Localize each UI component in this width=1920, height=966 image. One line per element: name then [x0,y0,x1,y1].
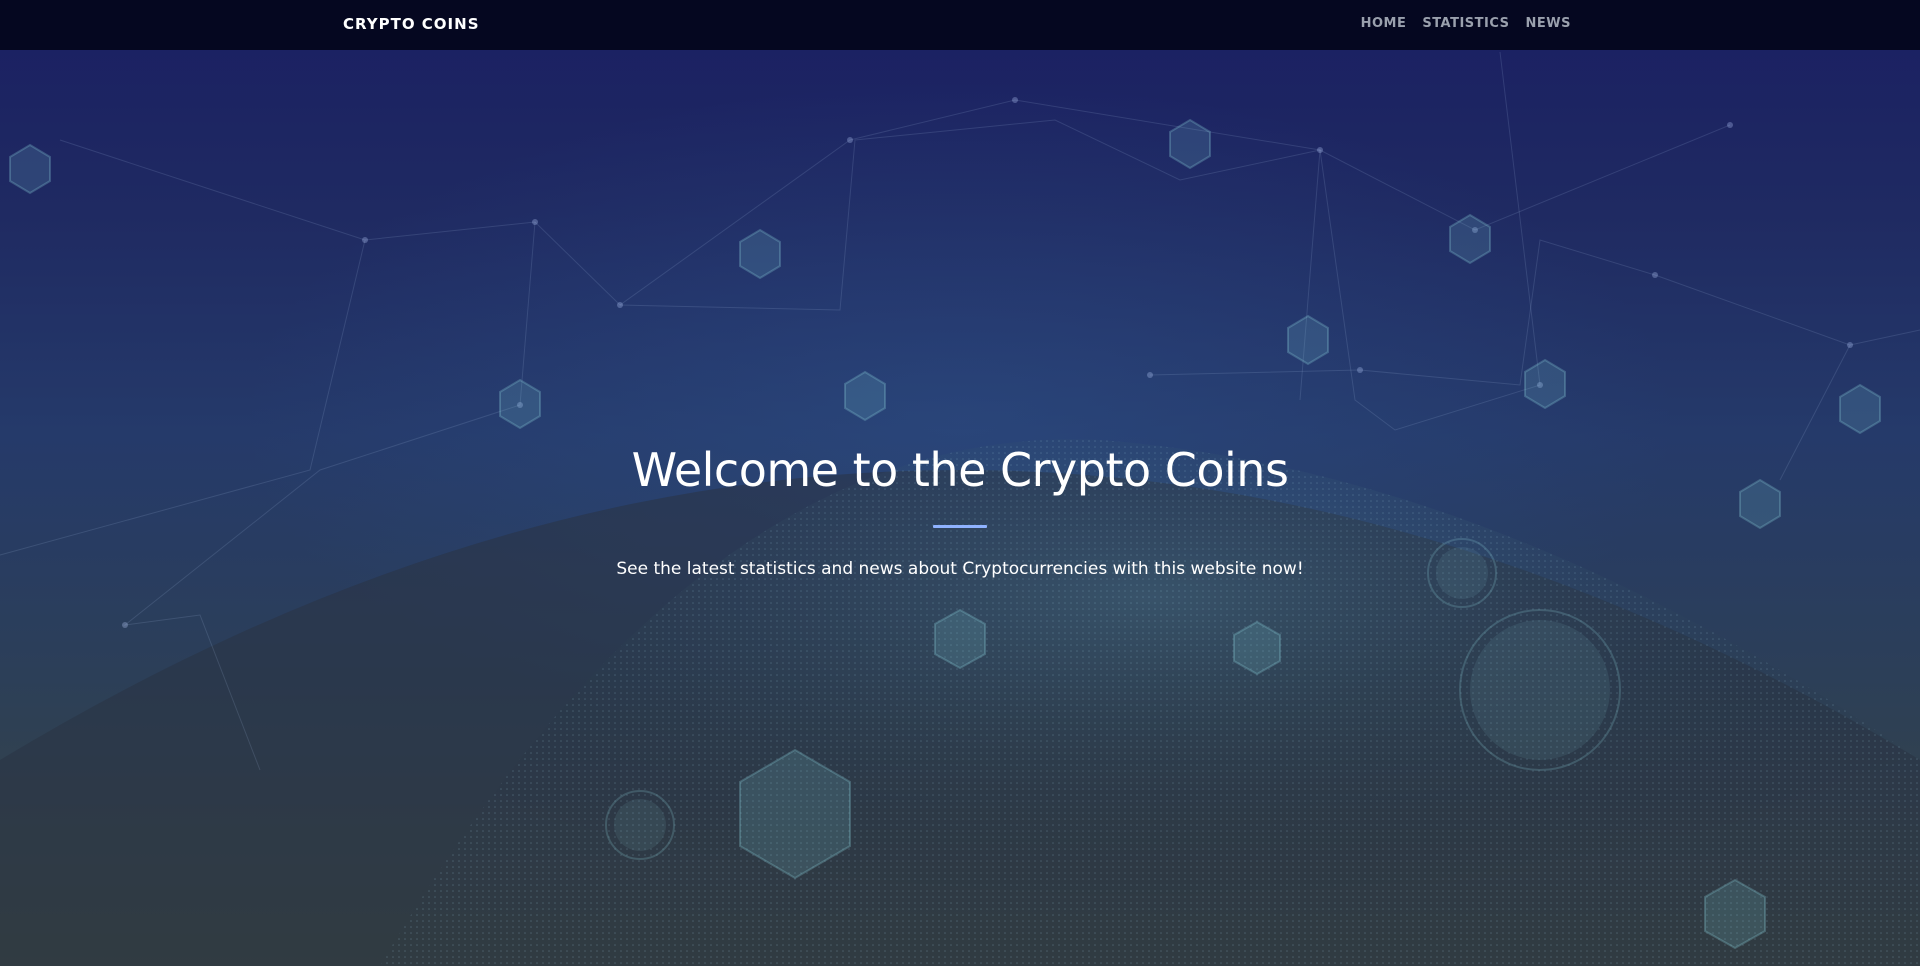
top-navbar: CRYPTO COINS HOME STATISTICS NEWS [0,0,1920,50]
nav-home-link[interactable]: HOME [1361,16,1407,31]
hero-title: Welcome to the Crypto Coins [631,443,1289,497]
main-nav: HOME STATISTICS NEWS [1361,16,1571,31]
hero-divider [933,525,987,528]
nav-news-link[interactable]: NEWS [1526,16,1571,31]
hero-section: Welcome to the Crypto Coins See the late… [0,440,1920,581]
brand-logo-link[interactable]: CRYPTO COINS [343,15,480,33]
nav-statistics-link[interactable]: STATISTICS [1422,16,1509,31]
hero-subtitle: See the latest statistics and news about… [616,559,1304,579]
page: CRYPTO COINS HOME STATISTICS NEWS Welcom… [0,0,1920,966]
